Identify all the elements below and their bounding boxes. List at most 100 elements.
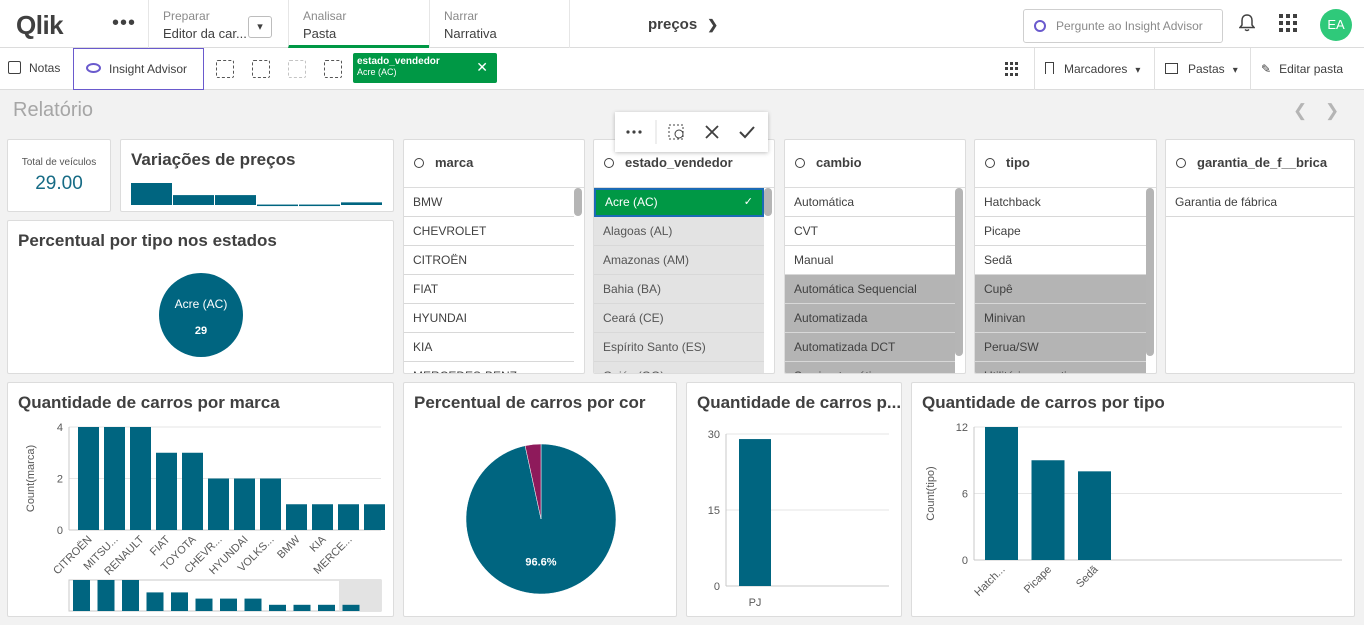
clear-selection-icon[interactable] [668, 124, 684, 140]
scrollbar[interactable] [955, 188, 963, 356]
bar[interactable] [208, 478, 229, 531]
chevron-down-icon[interactable]: ▾ [248, 16, 272, 38]
notes-button[interactable]: Notas [8, 61, 60, 75]
bar[interactable] [130, 427, 151, 530]
list-item[interactable]: Automatizada [785, 304, 955, 333]
list-item[interactable]: Manual [785, 246, 955, 275]
filter-pane-header[interactable]: marca [404, 140, 584, 188]
list-item[interactable]: Semi-automática [785, 362, 955, 373]
list-item[interactable]: Automática Sequencial [785, 275, 955, 304]
filter-pane-estado-vendedor[interactable]: estado_vendedor Acre (AC) ✓ Alagoas (AL) Ama… [593, 139, 775, 374]
bar-cars-by-brand-chart[interactable]: Quantidade de carros por marca 0 2 4 Count(… [7, 382, 394, 617]
sheets-button[interactable]: Pastas ▾ [1154, 48, 1250, 90]
list-item[interactable]: Ceará (CE) [594, 304, 764, 333]
filter-pane-header[interactable]: garantia_de_f__brica [1166, 140, 1354, 188]
variation-bar[interactable] [173, 195, 214, 205]
bar[interactable] [1031, 460, 1065, 560]
list-item[interactable]: CHEVROLET [404, 217, 574, 246]
bar-cars-by-pj-chart[interactable]: Quantidade de carros p... 0 15 30 PJ [686, 382, 902, 617]
list-item[interactable]: Hatchback [975, 188, 1146, 217]
list-item[interactable]: BMW [404, 188, 574, 217]
list-item[interactable]: CVT [785, 217, 955, 246]
bar[interactable] [182, 452, 203, 530]
bar[interactable] [286, 504, 307, 530]
list-item[interactable]: Automatizada DCT [785, 333, 955, 362]
list-item[interactable]: Automática [785, 188, 955, 217]
list-item[interactable]: Sedã [975, 246, 1146, 275]
list-item[interactable]: CITROËN [404, 246, 574, 275]
bar[interactable] [364, 504, 385, 530]
more-menu-icon[interactable]: ••• [112, 12, 136, 35]
bar[interactable] [739, 439, 771, 586]
bar[interactable] [312, 504, 333, 530]
list-item[interactable]: Perua/SW [975, 333, 1146, 362]
variation-bar[interactable] [131, 183, 172, 205]
clear-selections-icon[interactable] [324, 60, 342, 78]
scrollbar[interactable] [574, 188, 582, 216]
list-item[interactable]: Bahia (BA) [594, 275, 764, 304]
variation-bar[interactable] [299, 204, 340, 207]
bar[interactable] [78, 427, 99, 530]
pie-cars-by-color-chart[interactable]: Percentual de carros por cor 96.6% [403, 382, 677, 617]
variation-bar[interactable] [341, 202, 382, 205]
variation-bar[interactable] [215, 195, 256, 205]
list-item[interactable]: Goiás (GO) [594, 362, 764, 373]
list-item[interactable]: Minivan [975, 304, 1146, 333]
price-variation-chart[interactable]: Variações de preços [120, 139, 394, 212]
grid-view-icon[interactable] [1005, 62, 1020, 76]
cancel-selection-icon[interactable] [705, 125, 719, 139]
filter-pane-garantia-de-f--brica[interactable]: garantia_de_f__brica Garantia de fábrica [1165, 139, 1355, 374]
filter-pane-cambio[interactable]: cambio Automática CVT Manual Automática Sequ… [784, 139, 966, 374]
list-item[interactable]: Alagoas (AL) [594, 217, 764, 246]
bar[interactable] [234, 478, 255, 531]
bell-icon[interactable] [1238, 14, 1256, 37]
list-item[interactable]: Garantia de fábrica [1166, 188, 1354, 217]
bar-cars-by-type-chart[interactable]: Quantidade de carros por tipo 0 6 12 Count(… [911, 382, 1355, 617]
list-item[interactable]: Utilitário esportivo [975, 362, 1146, 373]
list-item[interactable]: Cupê [975, 275, 1146, 304]
pie-slice[interactable] [159, 273, 243, 357]
list-item[interactable]: KIA [404, 333, 574, 362]
bar[interactable] [260, 478, 281, 531]
bar[interactable] [985, 427, 1018, 560]
close-icon[interactable]: ✕ [476, 59, 488, 76]
bar[interactable] [1078, 471, 1111, 560]
insight-advisor-button[interactable]: Insight Advisor [73, 48, 204, 90]
bar[interactable] [104, 427, 125, 530]
variation-bar[interactable] [257, 204, 298, 207]
bar[interactable] [156, 452, 177, 530]
next-sheet-icon[interactable]: ❯ [1325, 101, 1339, 121]
qlik-logo[interactable]: Qlik [16, 10, 64, 41]
list-item[interactable]: Picape [975, 217, 1146, 246]
apps-grid-icon[interactable] [1279, 14, 1297, 32]
smart-search-icon[interactable] [216, 60, 234, 78]
app-name-dropdown[interactable]: preços ❯ [648, 16, 718, 33]
scrollbar[interactable] [1146, 188, 1154, 356]
edit-sheet-button[interactable]: ✎ Editar pasta [1250, 48, 1364, 90]
scrollbar[interactable] [764, 188, 772, 216]
minimap-bar [269, 604, 286, 611]
list-item[interactable]: FIAT [404, 275, 574, 304]
confirm-selection-icon[interactable] [739, 126, 755, 139]
filter-pane-tipo[interactable]: tipo Hatchback Picape Sedã Cupê Minivan Perua/… [974, 139, 1157, 374]
filter-pane-header[interactable]: cambio [785, 140, 965, 188]
avatar[interactable]: EA [1320, 9, 1352, 41]
nav-analyze[interactable]: Analisar Pasta [288, 0, 429, 48]
selection-chip[interactable]: estado_vendedor Acre (AC) ✕ [353, 53, 497, 83]
step-back-icon[interactable] [252, 60, 270, 78]
more-options-icon[interactable] [626, 130, 642, 134]
list-item[interactable]: Amazonas (AM) [594, 246, 764, 275]
list-item[interactable]: MERCEDES-BENZ [404, 362, 574, 373]
insight-search-input[interactable]: Pergunte ao Insight Advisor [1023, 9, 1223, 43]
bar[interactable] [338, 504, 359, 530]
filter-pane-marca[interactable]: marca BMW CHEVROLET CITROËN FIAT HYUNDAI KIA ME… [403, 139, 585, 374]
list-item[interactable]: Acre (AC) ✓ [594, 188, 764, 217]
filter-pane-header[interactable]: tipo [975, 140, 1156, 188]
list-item[interactable]: Espírito Santo (ES) [594, 333, 764, 362]
previous-sheet-icon[interactable]: ❮ [1293, 101, 1307, 121]
nav-narrate[interactable]: Narrar Narrativa [429, 0, 570, 48]
kpi-total-vehicles[interactable]: Total de veículos 29.00 [7, 139, 111, 212]
bookmarks-button[interactable]: Marcadores ▾ [1034, 48, 1154, 90]
pie-type-by-state-chart[interactable]: Percentual por tipo nos estados Acre (AC… [7, 220, 394, 374]
list-item[interactable]: HYUNDAI [404, 304, 574, 333]
